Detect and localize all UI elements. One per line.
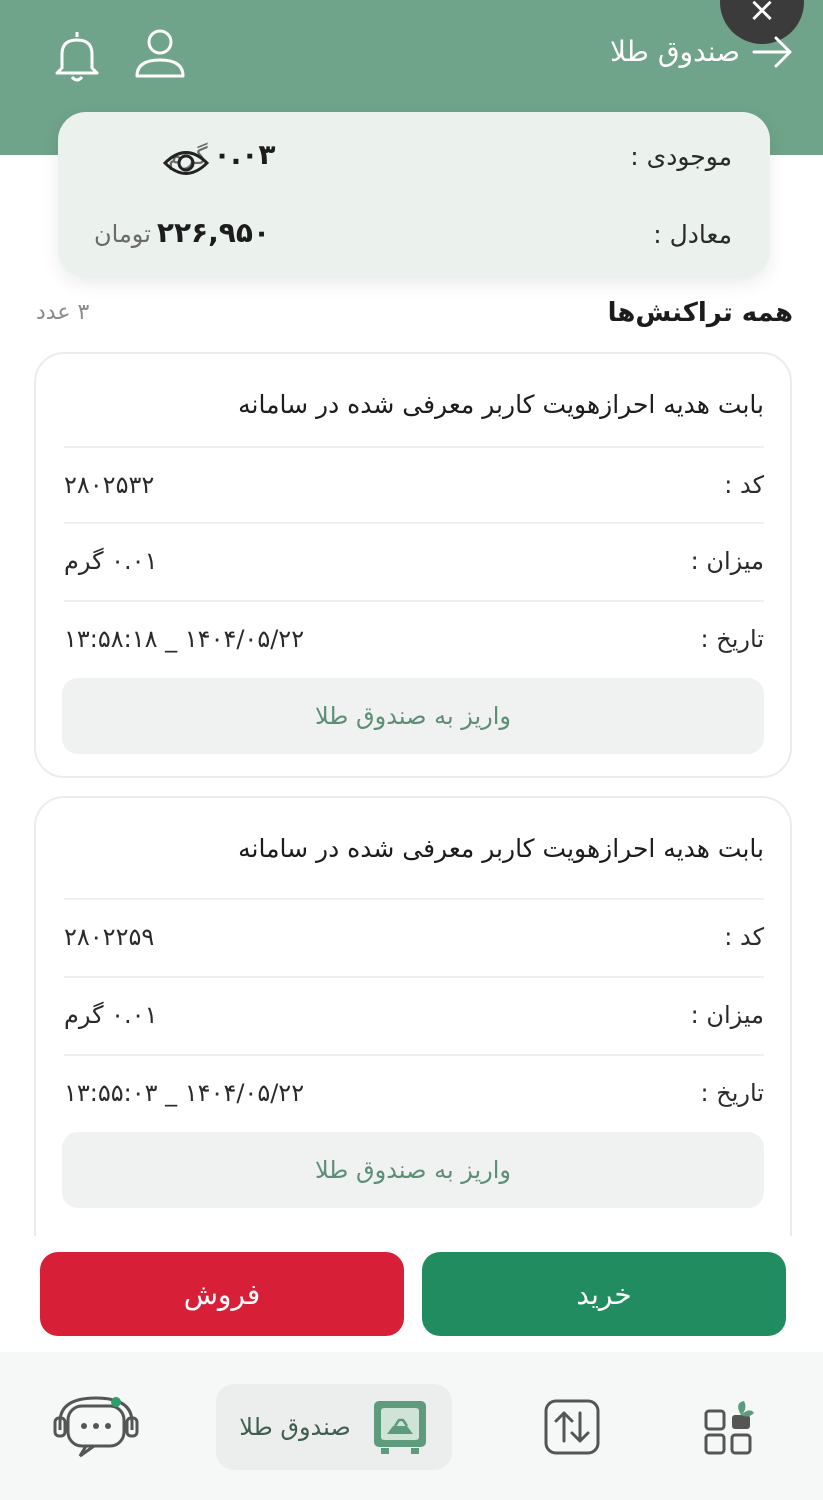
code-value: ۲۸۰۲۲۵۹ — [64, 923, 155, 951]
amount-value: ۰.۰۱ گرم — [64, 1001, 158, 1029]
nav-gold-box[interactable]: صندوق طلا — [216, 1384, 452, 1470]
transaction-card[interactable]: بابت هدیه احرازهویت کاربر معرفی شده در س… — [34, 352, 792, 778]
code-label: کد : — [724, 923, 764, 951]
swap-arrows-icon — [544, 1399, 600, 1455]
equivalent-label: معادل : — [653, 220, 732, 249]
stock-amount: ۰.۰۳ — [213, 138, 276, 171]
eye-icon — [162, 151, 210, 175]
transactions-title: همه تراکنش‌ها — [607, 298, 793, 328]
nav-gold-box-label: صندوق طلا — [239, 1413, 351, 1441]
equivalent-amount: ۲۲۶,۹۵۰ — [156, 216, 271, 249]
date-label: تاریخ : — [700, 1079, 764, 1107]
notifications-button[interactable] — [52, 28, 102, 84]
code-value: ۲۸۰۲۵۳۲ — [64, 471, 155, 499]
code-label: کد : — [724, 471, 764, 499]
transactions-count: ۳ عدد — [36, 300, 90, 325]
transaction-amount-row: میزان : ۰.۰۱ گرم — [64, 522, 764, 598]
date-value: ۱۴۰۴/۰۵/۲۲ _ ۱۳:۵۸:۱۸ — [64, 625, 305, 653]
nav-services[interactable] — [700, 1384, 760, 1470]
profile-button[interactable] — [130, 26, 190, 82]
user-icon — [135, 29, 185, 78]
transaction-date-row: تاریخ : ۱۴۰۴/۰۵/۲۲ _ ۱۳:۵۵:۰۳ — [64, 1054, 764, 1130]
transaction-description: بابت هدیه احرازهویت کاربر معرفی شده در س… — [238, 834, 764, 863]
transaction-amount-row: میزان : ۰.۰۱ گرم — [64, 976, 764, 1052]
transaction-date-row: تاریخ : ۱۴۰۴/۰۵/۲۲ _ ۱۳:۵۸:۱۸ — [64, 600, 764, 676]
transaction-description: بابت هدیه احرازهویت کاربر معرفی شده در س… — [238, 390, 764, 419]
date-value: ۱۴۰۴/۰۵/۲۲ _ ۱۳:۵۵:۰۳ — [64, 1079, 305, 1107]
amount-label: میزان : — [690, 547, 764, 575]
arrow-right-icon — [752, 36, 792, 68]
date-label: تاریخ : — [700, 625, 764, 653]
amount-value: ۰.۰۱ گرم — [64, 547, 158, 575]
nav-transfer[interactable] — [540, 1384, 604, 1470]
transaction-card[interactable]: بابت هدیه احرازهویت کاربر معرفی شده در س… — [34, 796, 792, 1236]
transaction-code-row: کد : ۲۸۰۲۵۳۲ — [64, 446, 764, 522]
nav-support[interactable] — [50, 1384, 142, 1470]
transaction-code-row: کد : ۲۸۰۲۲۵۹ — [64, 898, 764, 974]
grid-apps-icon — [704, 1401, 754, 1455]
toggle-visibility-button[interactable] — [162, 146, 210, 180]
buy-button[interactable]: خرید — [422, 1252, 786, 1336]
equivalent-value: ۲۲۶,۹۵۰ تومان — [94, 216, 270, 249]
equivalent-unit: تومان — [94, 220, 151, 248]
amount-label: میزان : — [690, 1001, 764, 1029]
status-badge: واریز به صندوق طلا — [62, 1132, 764, 1208]
page-title: صندوق طلا — [609, 35, 740, 68]
balance-card: موجودی : معادل : ۰.۰۳ گرم ۲۲۶,۹۵۰ تومان — [58, 112, 770, 278]
status-badge: واریز به صندوق طلا — [62, 678, 764, 754]
bottom-nav: صندوق طلا — [0, 1352, 823, 1500]
back-button[interactable] — [748, 30, 796, 74]
gold-safe-icon — [373, 1401, 426, 1454]
stock-label: موجودی : — [630, 142, 732, 171]
bell-icon — [55, 32, 99, 82]
sell-button[interactable]: فروش — [40, 1252, 404, 1336]
support-chat-icon — [53, 1396, 139, 1458]
